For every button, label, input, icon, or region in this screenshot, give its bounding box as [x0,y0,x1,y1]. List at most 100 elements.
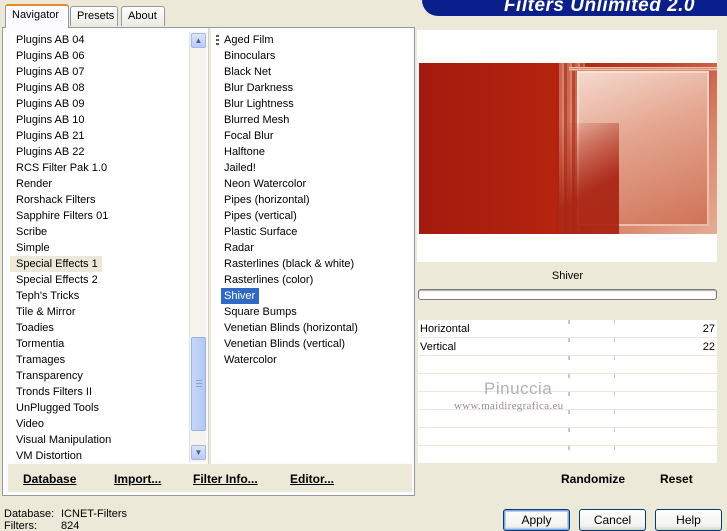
category-scrollbar[interactable]: ▲ ▼ [189,32,206,462]
category-item[interactable]: Tile & Mirror [10,304,188,320]
filter-item[interactable]: Square Bumps [212,304,412,320]
slider-tick [614,356,615,360]
category-item[interactable]: Scribe [10,224,188,240]
category-item[interactable]: Special Effects 1 [10,256,102,272]
parameter-row[interactable]: Horizontal 27 [418,320,717,338]
filter-info-button[interactable]: Filter Info... [193,472,258,486]
category-item[interactable]: Teph's Tricks [10,288,188,304]
category-item[interactable]: Simple [10,240,188,256]
filter-item[interactable]: Pipes (horizontal) [212,192,412,208]
category-item[interactable]: Visual Manipulation [10,432,188,448]
category-item[interactable]: Plugins AB 09 [10,96,188,112]
slider-tick [569,356,570,360]
parameter-label: Vertical [420,341,457,353]
parameter-row[interactable]: Vertical 22 [418,338,717,356]
apply-button[interactable]: Apply [503,509,570,531]
category-item[interactable]: VM Distortion [10,448,188,462]
parameter-row[interactable] [418,410,717,428]
parameter-row[interactable] [418,428,717,446]
filter-list[interactable]: Aged Film Binoculars Black Net Blur Darknes… [212,32,412,462]
category-item[interactable]: Tormentia [10,336,188,352]
watermark-name: Pinuccia [484,379,553,398]
filter-item[interactable]: Rasterlines (black & white) [212,256,412,272]
tab-about[interactable]: About [121,6,165,26]
parameter-value[interactable]: 27 [703,320,715,338]
filter-item[interactable]: Focal Blur [212,128,412,144]
filter-item[interactable]: Neon Watercolor [212,176,412,192]
editor-button[interactable]: Editor... [290,472,334,486]
app-title: Filters Unlimited 2.0 [503,0,695,16]
cancel-button[interactable]: Cancel [579,509,646,531]
category-item[interactable]: Plugins AB 04 [10,32,188,48]
chevron-down-icon: ▼ [194,448,203,457]
filter-info-button-label: Filter Info... [193,472,258,486]
help-button[interactable]: Help [655,509,722,531]
watermark-site: www.maidiregrafica.eu [454,400,564,412]
category-item[interactable]: Plugins AB 06 [10,48,188,64]
reset-button[interactable]: Reset [660,472,693,486]
progress-bar [418,289,717,300]
category-item[interactable]: Rorshack Filters [10,192,188,208]
slider-tick [614,428,615,432]
randomize-button[interactable]: Randomize [561,472,625,486]
parameter-row[interactable] [418,374,717,392]
status-filters-value: 824 [61,520,80,531]
filter-item[interactable]: Watercolor [212,352,412,368]
category-item[interactable]: Plugins AB 22 [10,144,188,160]
editor-button-label: Editor... [290,472,335,486]
category-list[interactable]: Plugins AB 04 Plugins AB 06 Plugins AB 07 P… [10,32,188,462]
slider-tick [569,338,570,342]
category-item[interactable]: Transparency [10,368,188,384]
filter-item[interactable]: Plastic Surface [212,224,412,240]
splitter[interactable] [208,28,211,464]
category-item[interactable]: Plugins AB 10 [10,112,188,128]
category-item[interactable]: Render [10,176,188,192]
database-button[interactable]: Database [23,472,76,486]
parameter-row[interactable] [418,356,717,374]
slider-tick [614,446,615,450]
filter-item[interactable]: Blurred Mesh [212,112,412,128]
filter-item[interactable]: Blur Darkness [212,80,412,96]
category-item[interactable]: RCS Filter Pak 1.0 [10,160,188,176]
filter-item[interactable]: Radar [212,240,412,256]
filter-item[interactable]: Black Net [212,64,412,80]
category-item[interactable]: Tronds Filters II [10,384,188,400]
slider-tick [569,410,570,414]
filter-item[interactable]: Aged Film [212,32,412,48]
category-item[interactable]: Toadies [10,320,188,336]
tab-navigator-label: Navigator [12,9,60,21]
scroll-up-button[interactable]: ▲ [191,33,206,48]
category-item[interactable]: Plugins AB 21 [10,128,188,144]
preview-image[interactable] [419,63,717,234]
category-item[interactable]: UnPlugged Tools [10,400,188,416]
drag-handle-icon[interactable] [216,35,219,46]
tab-presets[interactable]: Presets [70,6,118,26]
filter-item[interactable]: Blur Lightness [212,96,412,112]
slider-tick [614,374,615,378]
filter-item[interactable]: Venetian Blinds (horizontal) [212,320,412,336]
filter-item[interactable]: Halftone [212,144,412,160]
filter-item[interactable]: Binoculars [212,48,412,64]
filter-item[interactable]: Jailed! [212,160,412,176]
filter-item[interactable]: Shiver [221,288,259,304]
category-item[interactable]: Sapphire Filters 01 [10,208,188,224]
category-item[interactable]: Plugins AB 08 [10,80,188,96]
tab-navigator[interactable]: Navigator [5,4,69,28]
parameter-panel: Horizontal 27 Vertical 22 [418,320,717,464]
parameter-row[interactable] [418,446,717,464]
filter-item[interactable]: Pipes (vertical) [212,208,412,224]
category-item[interactable]: Plugins AB 07 [10,64,188,80]
category-item[interactable]: Tramages [10,352,188,368]
scroll-thumb[interactable] [191,337,206,431]
parameter-value[interactable]: 22 [703,338,715,356]
import-button[interactable]: Import... [114,472,161,486]
database-button-label: Database [23,472,77,486]
slider-tick [614,320,615,324]
scroll-down-button[interactable]: ▼ [191,445,206,460]
title-banner: Filters Unlimited 2.0 [422,0,727,16]
category-item[interactable]: Special Effects 2 [10,272,188,288]
category-item[interactable]: Video [10,416,188,432]
slider-tick [569,320,570,324]
filter-item[interactable]: Rasterlines (color) [212,272,412,288]
filter-item[interactable]: Venetian Blinds (vertical) [212,336,412,352]
